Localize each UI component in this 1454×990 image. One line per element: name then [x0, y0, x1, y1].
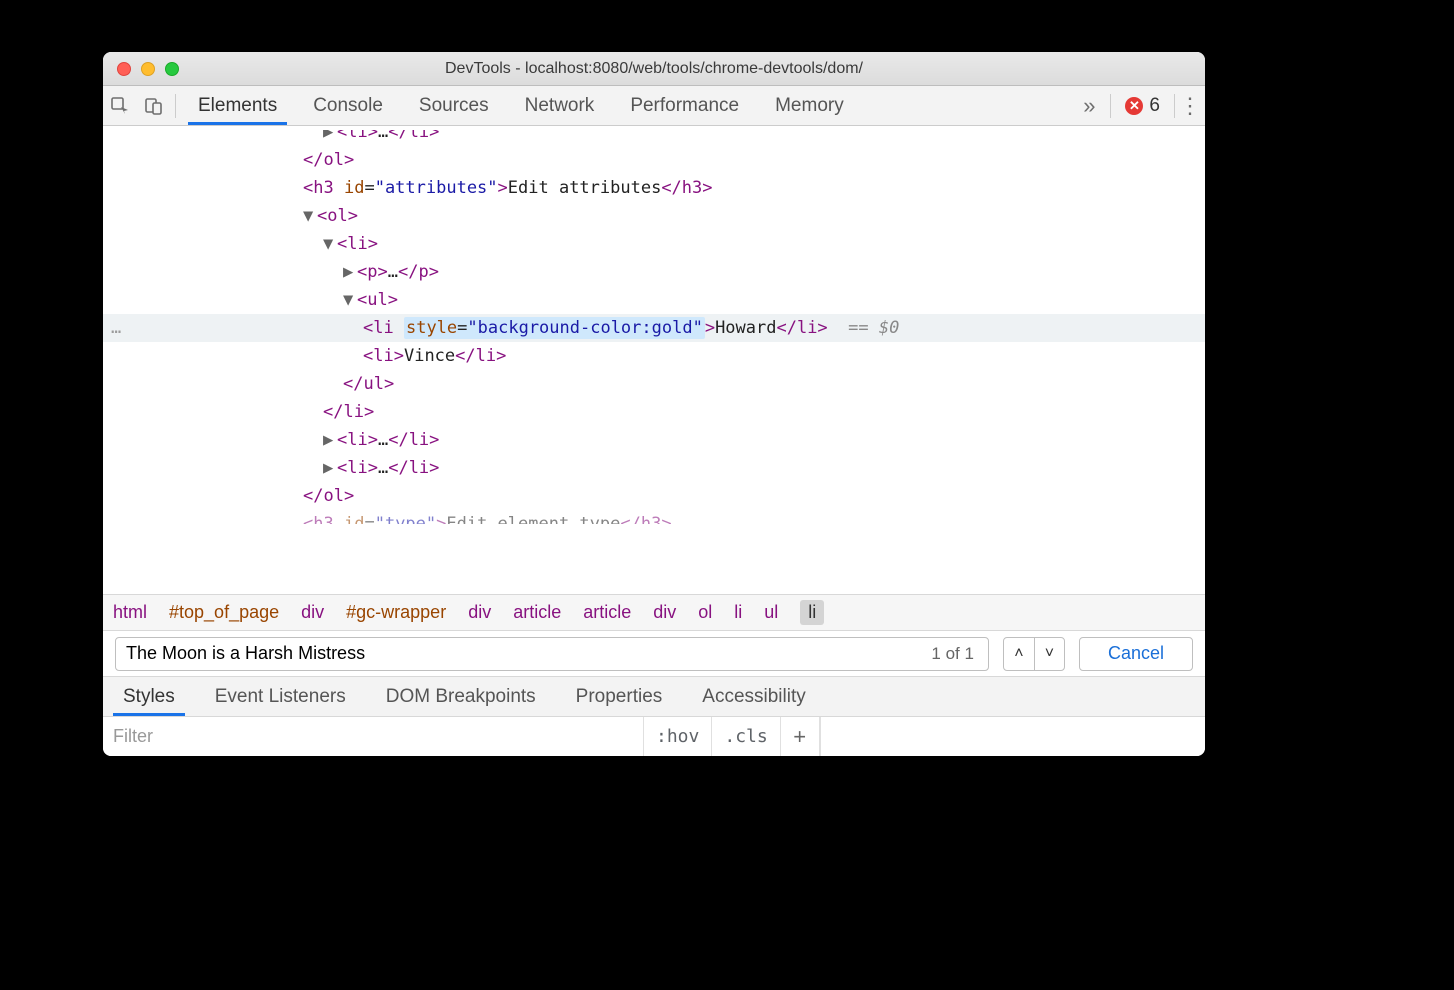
- toggle-cls[interactable]: .cls: [711, 717, 779, 756]
- tab-performance[interactable]: Performance: [612, 86, 757, 125]
- tab-memory[interactable]: Memory: [757, 86, 862, 125]
- breadcrumb-item[interactable]: ul: [764, 602, 778, 623]
- breadcrumb-item[interactable]: #top_of_page: [169, 602, 279, 623]
- toggle-hov[interactable]: :hov: [643, 717, 711, 756]
- breadcrumb-item[interactable]: article: [583, 602, 631, 623]
- traffic-lights: [103, 62, 179, 76]
- dom-line[interactable]: ▶<li>…</li>: [103, 426, 1205, 454]
- tabs-overflow-icon[interactable]: »: [1072, 86, 1106, 126]
- error-icon: ✕: [1125, 97, 1143, 115]
- dom-line[interactable]: ▼<li>: [103, 230, 1205, 258]
- breadcrumb-item[interactable]: html: [113, 602, 147, 623]
- breadcrumb-item[interactable]: li: [734, 602, 742, 623]
- toolbar-separator-2: [1110, 94, 1111, 118]
- tab-console[interactable]: Console: [295, 86, 401, 125]
- dom-tree[interactable]: ▶<li>…</li></ol><h3 id="attributes">Edit…: [103, 126, 1205, 594]
- subtab-event-listeners[interactable]: Event Listeners: [195, 677, 366, 716]
- breadcrumb: html #top_of_page div #gc-wrapper div article…: [103, 594, 1205, 630]
- panel-tabs: Elements Console Sources Network Perform…: [180, 86, 862, 125]
- breadcrumb-item[interactable]: div: [468, 602, 491, 623]
- breadcrumb-item[interactable]: div: [653, 602, 676, 623]
- window-close-button[interactable]: [117, 62, 131, 76]
- dom-line[interactable]: <h3 id="attributes">Edit attributes</h3>: [103, 174, 1205, 202]
- breadcrumb-item[interactable]: div: [301, 602, 324, 623]
- search-cancel-button[interactable]: Cancel: [1079, 637, 1193, 671]
- tab-network[interactable]: Network: [507, 86, 613, 125]
- search-box: 1 of 1: [115, 637, 989, 671]
- new-style-rule-icon[interactable]: +: [780, 717, 820, 756]
- tab-elements[interactable]: Elements: [180, 86, 295, 125]
- tab-sources[interactable]: Sources: [401, 86, 507, 125]
- search-bar: 1 of 1 ˄ ˅ Cancel: [103, 630, 1205, 676]
- dom-line[interactable]: </ul>: [103, 370, 1205, 398]
- search-stepper: ˄ ˅: [1003, 637, 1065, 671]
- subtab-styles[interactable]: Styles: [103, 677, 195, 716]
- subtab-accessibility[interactable]: Accessibility: [682, 677, 825, 716]
- dom-line[interactable]: </ol>: [103, 482, 1205, 510]
- dom-line[interactable]: <li style="background-color:gold">Howard…: [103, 314, 1205, 342]
- main-toolbar: Elements Console Sources Network Perform…: [103, 86, 1205, 126]
- toolbar-separator-3: [1174, 94, 1175, 118]
- breadcrumb-item[interactable]: ol: [698, 602, 712, 623]
- dom-line[interactable]: </li>: [103, 398, 1205, 426]
- subtab-dom-breakpoints[interactable]: DOM Breakpoints: [366, 677, 556, 716]
- window-zoom-button[interactable]: [165, 62, 179, 76]
- dom-line[interactable]: <li>Vince</li>: [103, 342, 1205, 370]
- subtab-properties[interactable]: Properties: [556, 677, 683, 716]
- breadcrumb-item[interactable]: #gc-wrapper: [346, 602, 446, 623]
- window-title: DevTools - localhost:8080/web/tools/chro…: [103, 60, 1205, 78]
- inspect-element-icon[interactable]: [103, 86, 137, 126]
- search-next-button[interactable]: ˅: [1034, 638, 1064, 670]
- titlebar: DevTools - localhost:8080/web/tools/chro…: [103, 52, 1205, 86]
- kebab-menu-icon[interactable]: ⋮: [1179, 93, 1205, 119]
- error-count: 6: [1149, 95, 1160, 117]
- dom-line[interactable]: ▶<p>…</p>: [103, 258, 1205, 286]
- toolbar-separator: [175, 94, 176, 118]
- toggle-device-icon[interactable]: [137, 86, 171, 126]
- breadcrumb-item[interactable]: li: [800, 600, 824, 625]
- search-result-count: 1 of 1: [931, 644, 978, 664]
- devtools-window: DevTools - localhost:8080/web/tools/chro…: [103, 52, 1205, 756]
- dom-line[interactable]: <h3 id="type">Edit element type</h3>: [103, 510, 1205, 524]
- breadcrumb-item[interactable]: article: [513, 602, 561, 623]
- dom-line[interactable]: </ol>: [103, 146, 1205, 174]
- dom-line[interactable]: ▶<li>…</li>: [103, 454, 1205, 482]
- styles-filter-row: Filter :hov .cls +: [103, 716, 1205, 756]
- search-prev-button[interactable]: ˄: [1004, 638, 1034, 670]
- search-input[interactable]: [126, 643, 931, 664]
- error-counter[interactable]: ✕ 6: [1115, 95, 1170, 117]
- dom-line[interactable]: ▼<ol>: [103, 202, 1205, 230]
- dom-line[interactable]: ▶<li>…</li>: [103, 130, 1205, 146]
- styles-subtabs: Styles Event Listeners DOM Breakpoints P…: [103, 676, 1205, 716]
- window-minimize-button[interactable]: [141, 62, 155, 76]
- styles-filter-input[interactable]: Filter: [103, 726, 643, 747]
- dom-line[interactable]: ▼<ul>: [103, 286, 1205, 314]
